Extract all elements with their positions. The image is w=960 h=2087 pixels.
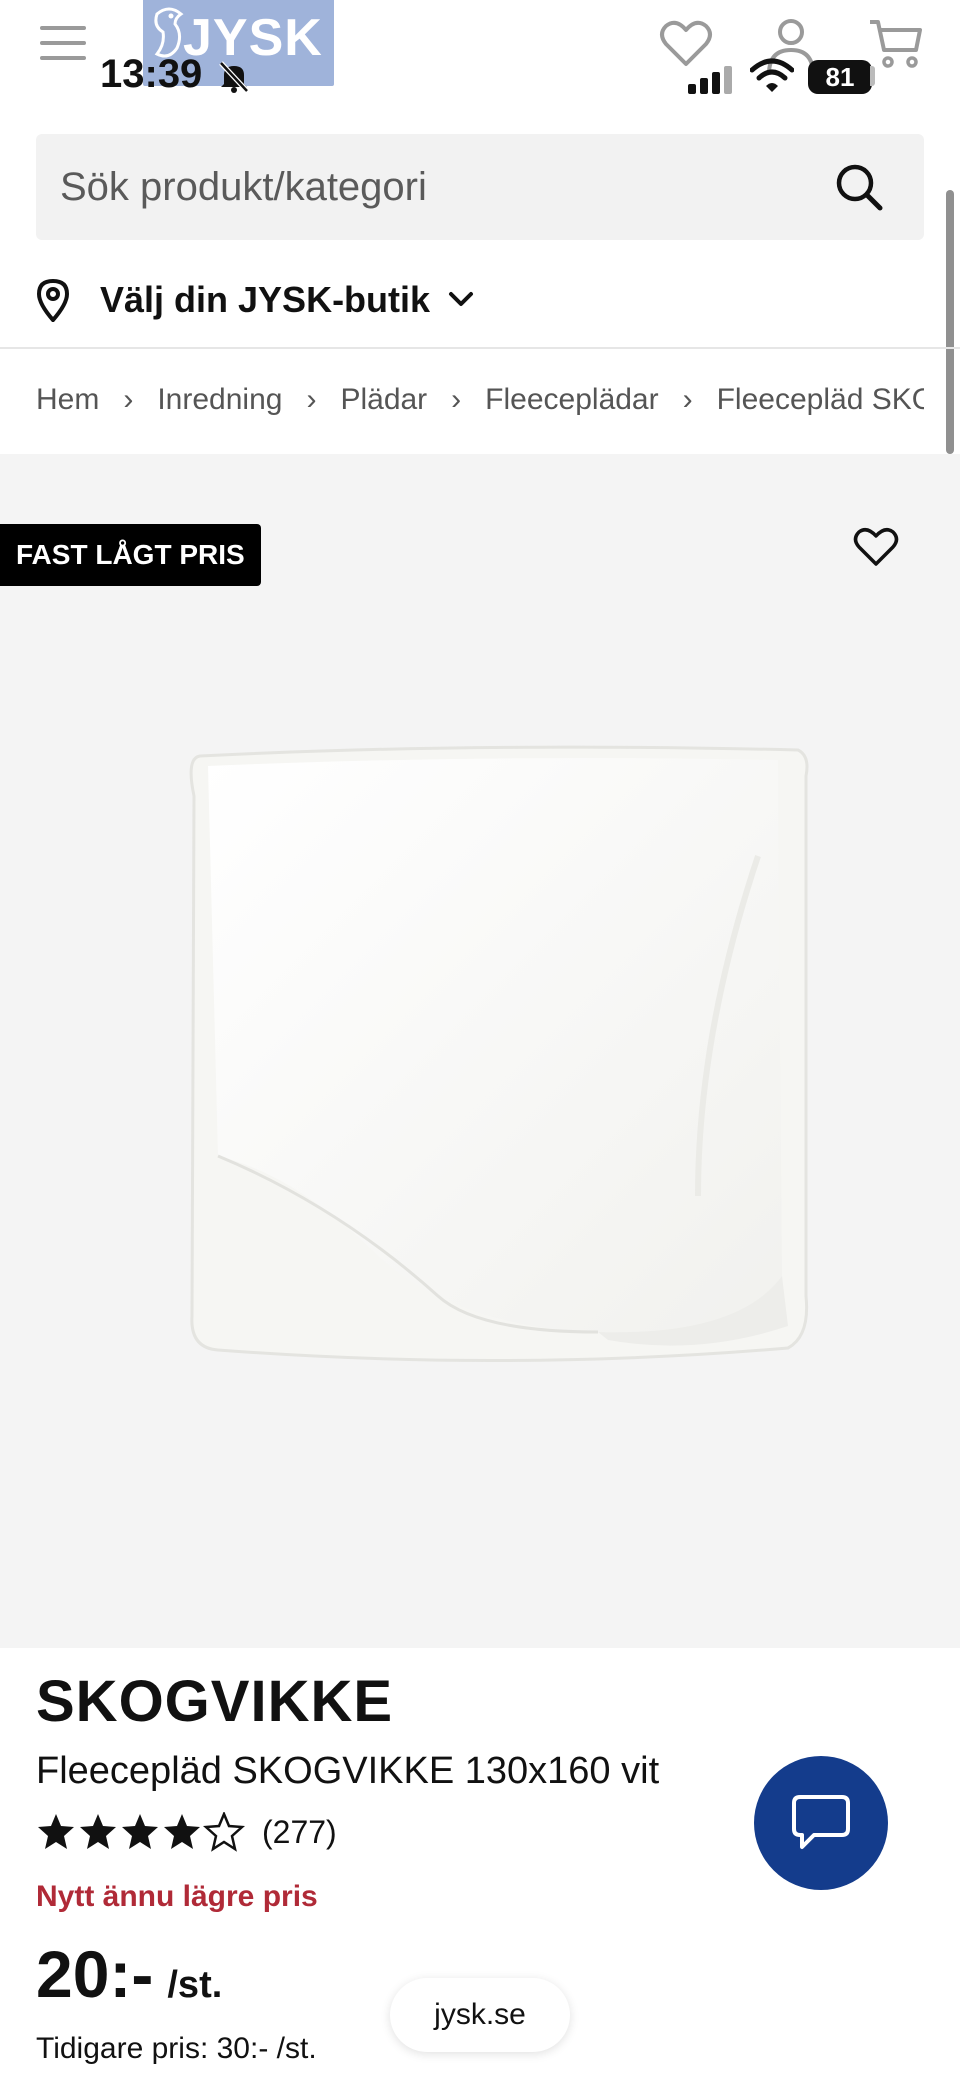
- cart-icon[interactable]: [868, 18, 924, 70]
- header-divider: [0, 347, 960, 349]
- fixed-low-price-badge: FAST LÅGT PRIS: [0, 524, 261, 586]
- breadcrumb-item-home[interactable]: Hem: [36, 383, 99, 417]
- breadcrumb-item-pladar[interactable]: Plädar: [340, 383, 427, 417]
- rating-count: (277): [262, 1813, 337, 1850]
- price-unit: /st.: [167, 1964, 223, 2006]
- product-price: 20:-: [36, 1937, 154, 2011]
- search-bar: [36, 134, 924, 240]
- breadcrumb-item-current[interactable]: Fleecepläd SKOGVIKKE: [717, 383, 924, 417]
- store-selector-label: Välj din JYSK-butik: [100, 279, 431, 320]
- chevron-down-icon: [449, 292, 474, 306]
- product-rating[interactable]: (277): [36, 1812, 337, 1852]
- site-header: JYSK 13:39 81: [0, 0, 960, 120]
- chevron-right-icon: ›: [451, 383, 462, 416]
- breadcrumb-item-inredning[interactable]: Inredning: [157, 383, 282, 417]
- menu-icon[interactable]: [40, 26, 86, 62]
- signal-icon: [688, 66, 732, 94]
- rating-stars-icon: [38, 1812, 246, 1852]
- product-name: Fleecepläd SKOGVIKKE 130x160 vit: [36, 1750, 660, 1792]
- chevron-right-icon: ›: [306, 383, 317, 416]
- battery-indicator: 81: [808, 60, 872, 94]
- battery-tip: [870, 66, 875, 86]
- wishlist-heart-icon[interactable]: [658, 18, 714, 68]
- price-row: 20:- /st.: [36, 1936, 222, 2012]
- product-brand: SKOGVIKKE: [36, 1669, 394, 1734]
- previous-price: Tidigare pris: 30:- /st.: [36, 2032, 317, 2065]
- page-scrollbar[interactable]: [946, 190, 954, 454]
- status-time: 13:39: [100, 52, 203, 96]
- chat-button[interactable]: [754, 1756, 888, 1890]
- product-image-gallery[interactable]: FAST LÅGT PRIS: [0, 454, 960, 1648]
- breadcrumb-item-fleecepladar[interactable]: Fleeceplädar: [485, 383, 658, 417]
- search-input[interactable]: [60, 134, 820, 240]
- promo-text: Nytt ännu lägre pris: [36, 1880, 318, 1913]
- chat-bubble-icon: [792, 1795, 850, 1849]
- search-icon[interactable]: [834, 162, 884, 212]
- chevron-right-icon: ›: [682, 383, 693, 416]
- chevron-right-icon: ›: [123, 383, 134, 416]
- wifi-icon: [750, 58, 794, 92]
- logo-text: JYSK: [183, 9, 323, 67]
- store-selector[interactable]: Välj din JYSK-butik: [36, 270, 476, 330]
- breadcrumb: Hem › Inredning › Plädar › Fleeceplädar …: [36, 380, 924, 420]
- add-to-wishlist-heart-icon[interactable]: [852, 526, 900, 568]
- bell-muted-icon: [219, 61, 249, 93]
- browser-url-pill[interactable]: jysk.se: [390, 1978, 570, 2052]
- fleece-blanket-product-image: [189, 745, 809, 1363]
- location-pin-icon: [36, 278, 70, 322]
